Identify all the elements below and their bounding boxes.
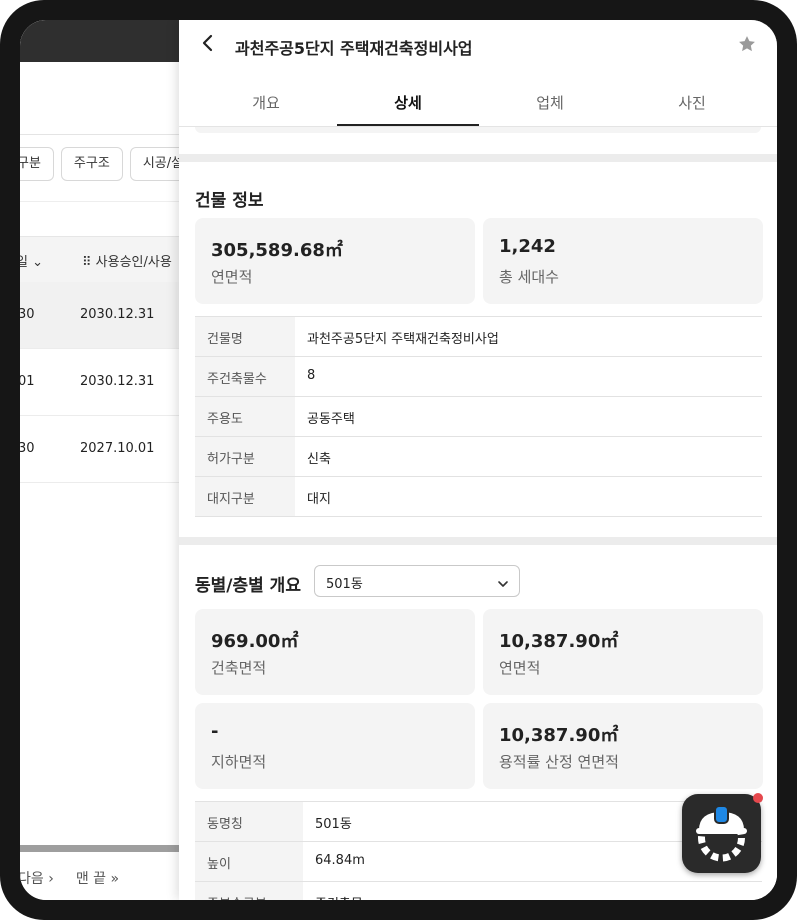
row-key: 대지구분 bbox=[195, 477, 295, 516]
notification-dot bbox=[753, 793, 763, 803]
floor-info-table: 동명칭 501동 높이 64.84m 주부속구분 주건축물 bbox=[195, 801, 762, 900]
pagination: 다음 › 맨 끝 » bbox=[20, 868, 119, 888]
table-row: 높이 64.84m bbox=[195, 842, 762, 882]
drag-handle-icon[interactable]: ⠿ bbox=[82, 255, 92, 270]
stat-card: 969.00㎡ 건축면적 bbox=[195, 609, 475, 695]
detail-panel: 과천주공5단지 주택재건축정비사업 개요 상세 업체 사진 건물 정보 305,… bbox=[179, 20, 777, 900]
row-value: 과천주공5단지 주택재건축정비사업 bbox=[307, 332, 499, 347]
building-info-title: 건물 정보 bbox=[195, 191, 264, 211]
table-row: 주부속구분 주건축물 bbox=[195, 882, 762, 900]
stat-label: 연면적 bbox=[499, 659, 541, 677]
chevron-down-icon: ⌄ bbox=[32, 255, 44, 270]
tab-bar: 개요 상세 업체 사진 bbox=[195, 86, 763, 127]
row-key: 동명칭 bbox=[195, 802, 303, 841]
row-value: 공동주택 bbox=[307, 412, 355, 427]
stat-card: 10,387.90㎡ 용적률 산정 연면적 bbox=[483, 703, 763, 789]
star-icon[interactable] bbox=[737, 34, 759, 56]
row-key: 주용도 bbox=[195, 397, 295, 436]
previous-section-card bbox=[195, 127, 761, 133]
tab-companies[interactable]: 업체 bbox=[479, 86, 621, 127]
column-header[interactable]: ⠿ 사용승인/사용 bbox=[82, 251, 172, 270]
screen: 구분 주구조 시공/설치 일 ⌄ ⠿ 사용승인/사용 30 2030.12.31… bbox=[20, 20, 777, 900]
stat-value: - bbox=[211, 721, 219, 742]
row-value: 대지 bbox=[307, 492, 331, 507]
row-value: 신축 bbox=[307, 452, 331, 467]
table-header: 일 ⌄ ⠿ 사용승인/사용 bbox=[20, 236, 180, 282]
floor-overview-title: 동별/층별 개요 bbox=[195, 576, 301, 596]
tab-overview[interactable]: 개요 bbox=[195, 86, 337, 127]
filter-chip[interactable]: 구분 bbox=[20, 147, 54, 181]
page-title: 과천주공5단지 주택재건축정비사업 bbox=[235, 39, 473, 58]
tab-detail[interactable]: 상세 bbox=[337, 86, 479, 127]
back-arrow-icon[interactable] bbox=[201, 33, 221, 59]
table-row: 대지구분 대지 bbox=[195, 477, 762, 517]
stat-value: 10,387.90㎡ bbox=[499, 725, 619, 746]
next-page-button[interactable]: 다음 › bbox=[20, 868, 54, 888]
assistant-button[interactable] bbox=[682, 794, 761, 873]
row-key: 허가구분 bbox=[195, 437, 295, 476]
stat-label: 건축면적 bbox=[211, 659, 267, 677]
stat-label: 연면적 bbox=[211, 268, 253, 286]
stat-label: 총 세대수 bbox=[499, 268, 559, 286]
section-divider bbox=[179, 537, 777, 545]
table-row: 동명칭 501동 bbox=[195, 802, 762, 842]
stat-card: 10,387.90㎡ 연면적 bbox=[483, 609, 763, 695]
tab-photos[interactable]: 사진 bbox=[621, 86, 763, 127]
row-key: 건물명 bbox=[195, 317, 295, 356]
table-row: 허가구분 신축 bbox=[195, 437, 762, 477]
building-select-value: 501동 bbox=[326, 577, 363, 592]
row-value: 주건축물 bbox=[303, 882, 762, 900]
filter-chip[interactable]: 주구조 bbox=[60, 147, 123, 181]
table-row: 주용도 공동주택 bbox=[195, 397, 762, 437]
stat-label: 용적률 산정 연면적 bbox=[499, 753, 619, 771]
chevron-right-icon: › bbox=[48, 871, 54, 887]
column-header[interactable]: 일 ⌄ bbox=[20, 251, 43, 270]
stat-value: 305,589.68㎡ bbox=[211, 240, 343, 261]
last-page-button[interactable]: 맨 끝 » bbox=[76, 868, 119, 888]
stat-label: 지하면적 bbox=[211, 753, 267, 771]
table-row: 주건축물수 8 bbox=[195, 357, 762, 397]
double-chevron-right-icon: » bbox=[110, 871, 120, 887]
stat-value: 10,387.90㎡ bbox=[499, 631, 619, 652]
stat-card: 305,589.68㎡ 연면적 bbox=[195, 218, 475, 304]
horizontal-scrollbar[interactable] bbox=[20, 845, 180, 852]
row-key: 주부속구분 bbox=[195, 882, 303, 900]
table-row[interactable]: 30 2030.12.31 bbox=[20, 282, 180, 349]
panel-header: 과천주공5단지 주택재건축정비사업 bbox=[179, 20, 777, 74]
row-key: 주건축물수 bbox=[195, 357, 295, 396]
table-row[interactable]: 30 2027.10.01 bbox=[20, 416, 180, 483]
device-frame: 구분 주구조 시공/설치 일 ⌄ ⠿ 사용승인/사용 30 2030.12.31… bbox=[0, 0, 797, 920]
building-select[interactable]: 501동 bbox=[314, 565, 520, 597]
row-key: 높이 bbox=[195, 842, 303, 881]
row-value: 8 bbox=[307, 368, 316, 383]
building-info-table: 건물명 과천주공5단지 주택재건축정비사업 주건축물수 8 주용도 공동주택 허… bbox=[195, 316, 762, 517]
stat-value: 969.00㎡ bbox=[211, 631, 299, 652]
table-row[interactable]: 01 2030.12.31 bbox=[20, 349, 180, 416]
table-row: 건물명 과천주공5단지 주택재건축정비사업 bbox=[195, 317, 762, 357]
stat-value: 1,242 bbox=[499, 236, 556, 257]
section-divider bbox=[179, 154, 777, 162]
helmet-gear-icon bbox=[696, 805, 747, 862]
stat-card: 1,242 총 세대수 bbox=[483, 218, 763, 304]
stat-card: - 지하면적 bbox=[195, 703, 475, 789]
chevron-down-icon bbox=[497, 575, 509, 587]
